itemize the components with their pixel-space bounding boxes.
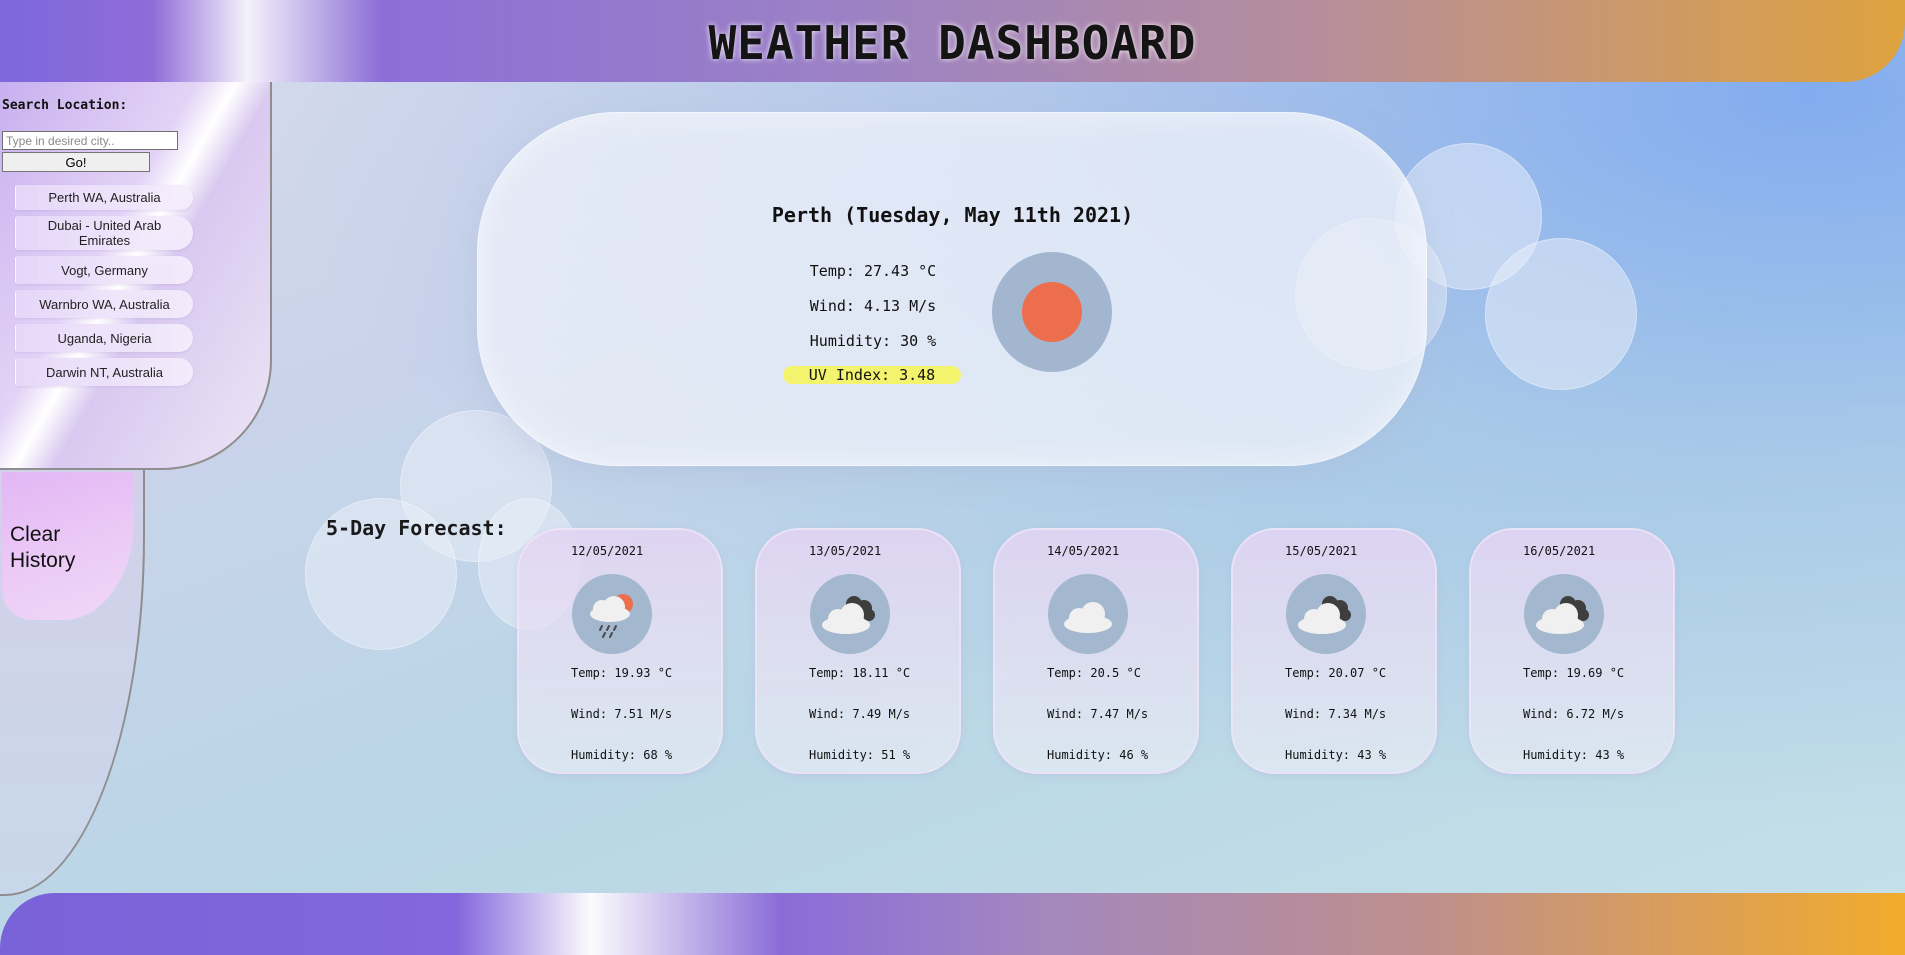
footer-bar xyxy=(0,893,1905,955)
forecast-wind: Wind: 7.51 M/s xyxy=(571,707,673,721)
current-humidity: Humidity: 30 % xyxy=(809,332,937,350)
forecast-date: 12/05/2021 xyxy=(571,544,644,558)
forecast-humidity: Humidity: 46 % xyxy=(1047,748,1149,762)
broken-clouds-icon xyxy=(1286,574,1366,654)
forecast-wind: Wind: 7.49 M/s xyxy=(809,707,911,721)
forecast-humidity: Humidity: 51 % xyxy=(809,748,911,762)
forecast-temp: Temp: 19.69 °C xyxy=(1523,666,1625,680)
forecast-wind: Wind: 6.72 M/s xyxy=(1523,707,1625,721)
forecast-card-day1: 12/05/2021 Temp: 19.93 °C Wind: 7.51 M/s… xyxy=(517,528,723,774)
clear-history-label-line2: History xyxy=(10,549,76,572)
forecast-date: 15/05/2021 xyxy=(1285,544,1358,558)
history-item-darwin[interactable]: Darwin NT, Australia xyxy=(15,358,193,386)
forecast-temp: Temp: 19.93 °C xyxy=(571,666,673,680)
forecast-card-day5: 16/05/2021 Temp: 19.69 °C Wind: 6.72 M/s… xyxy=(1469,528,1675,774)
cloud-icon xyxy=(1048,574,1128,654)
page-title: WEATHER DASHBOARD xyxy=(708,16,1197,70)
clear-history-label-line1: Clear xyxy=(10,523,61,546)
forecast-card-day4: 15/05/2021 Temp: 20.07 °C Wind: 7.34 M/s… xyxy=(1231,528,1437,774)
forecast-title: 5-Day Forecast: xyxy=(326,516,507,540)
rain-sun-cloud-icon xyxy=(572,574,652,654)
bubble-decoration xyxy=(1485,238,1637,390)
header-bar: WEATHER DASHBOARD xyxy=(0,0,1905,82)
forecast-humidity: Humidity: 43 % xyxy=(1285,748,1387,762)
forecast-date: 14/05/2021 xyxy=(1047,544,1120,558)
forecast-wind: Wind: 7.47 M/s xyxy=(1047,707,1149,721)
forecast-card-day2: 13/05/2021 Temp: 18.11 °C Wind: 7.49 M/s… xyxy=(755,528,961,774)
history-item-warnbro[interactable]: Warnbro WA, Australia xyxy=(15,290,193,318)
forecast-humidity: Humidity: 68 % xyxy=(571,748,673,762)
current-city-title: Perth (Tuesday, May 11th 2021) xyxy=(771,203,1134,227)
history-item-vogt[interactable]: Vogt, Germany xyxy=(15,256,193,284)
go-button[interactable]: Go! xyxy=(2,152,150,172)
history-item-uganda[interactable]: Uganda, Nigeria xyxy=(15,324,193,352)
forecast-date: 16/05/2021 xyxy=(1523,544,1596,558)
forecast-temp: Temp: 18.11 °C xyxy=(809,666,911,680)
forecast-card-day3: 14/05/2021 Temp: 20.5 °C Wind: 7.47 M/s … xyxy=(993,528,1199,774)
search-panel: Search Location: Go! Perth WA, Australia… xyxy=(0,82,272,470)
forecast-humidity: Humidity: 43 % xyxy=(1523,748,1625,762)
forecast-temp: Temp: 20.5 °C xyxy=(1047,666,1141,680)
forecast-wind: Wind: 7.34 M/s xyxy=(1285,707,1387,721)
current-weather-card xyxy=(477,112,1427,466)
current-temp: Temp: 27.43 °C xyxy=(809,262,937,280)
search-input[interactable] xyxy=(2,131,178,150)
broken-clouds-icon xyxy=(810,574,890,654)
sun-icon xyxy=(992,252,1112,372)
broken-clouds-icon xyxy=(1524,574,1604,654)
forecast-temp: Temp: 20.07 °C xyxy=(1285,666,1387,680)
current-wind: Wind: 4.13 M/s xyxy=(809,297,937,315)
forecast-date: 13/05/2021 xyxy=(809,544,882,558)
uv-index-badge: UV Index: 3.48 xyxy=(783,366,961,384)
search-label: Search Location: xyxy=(2,98,128,113)
